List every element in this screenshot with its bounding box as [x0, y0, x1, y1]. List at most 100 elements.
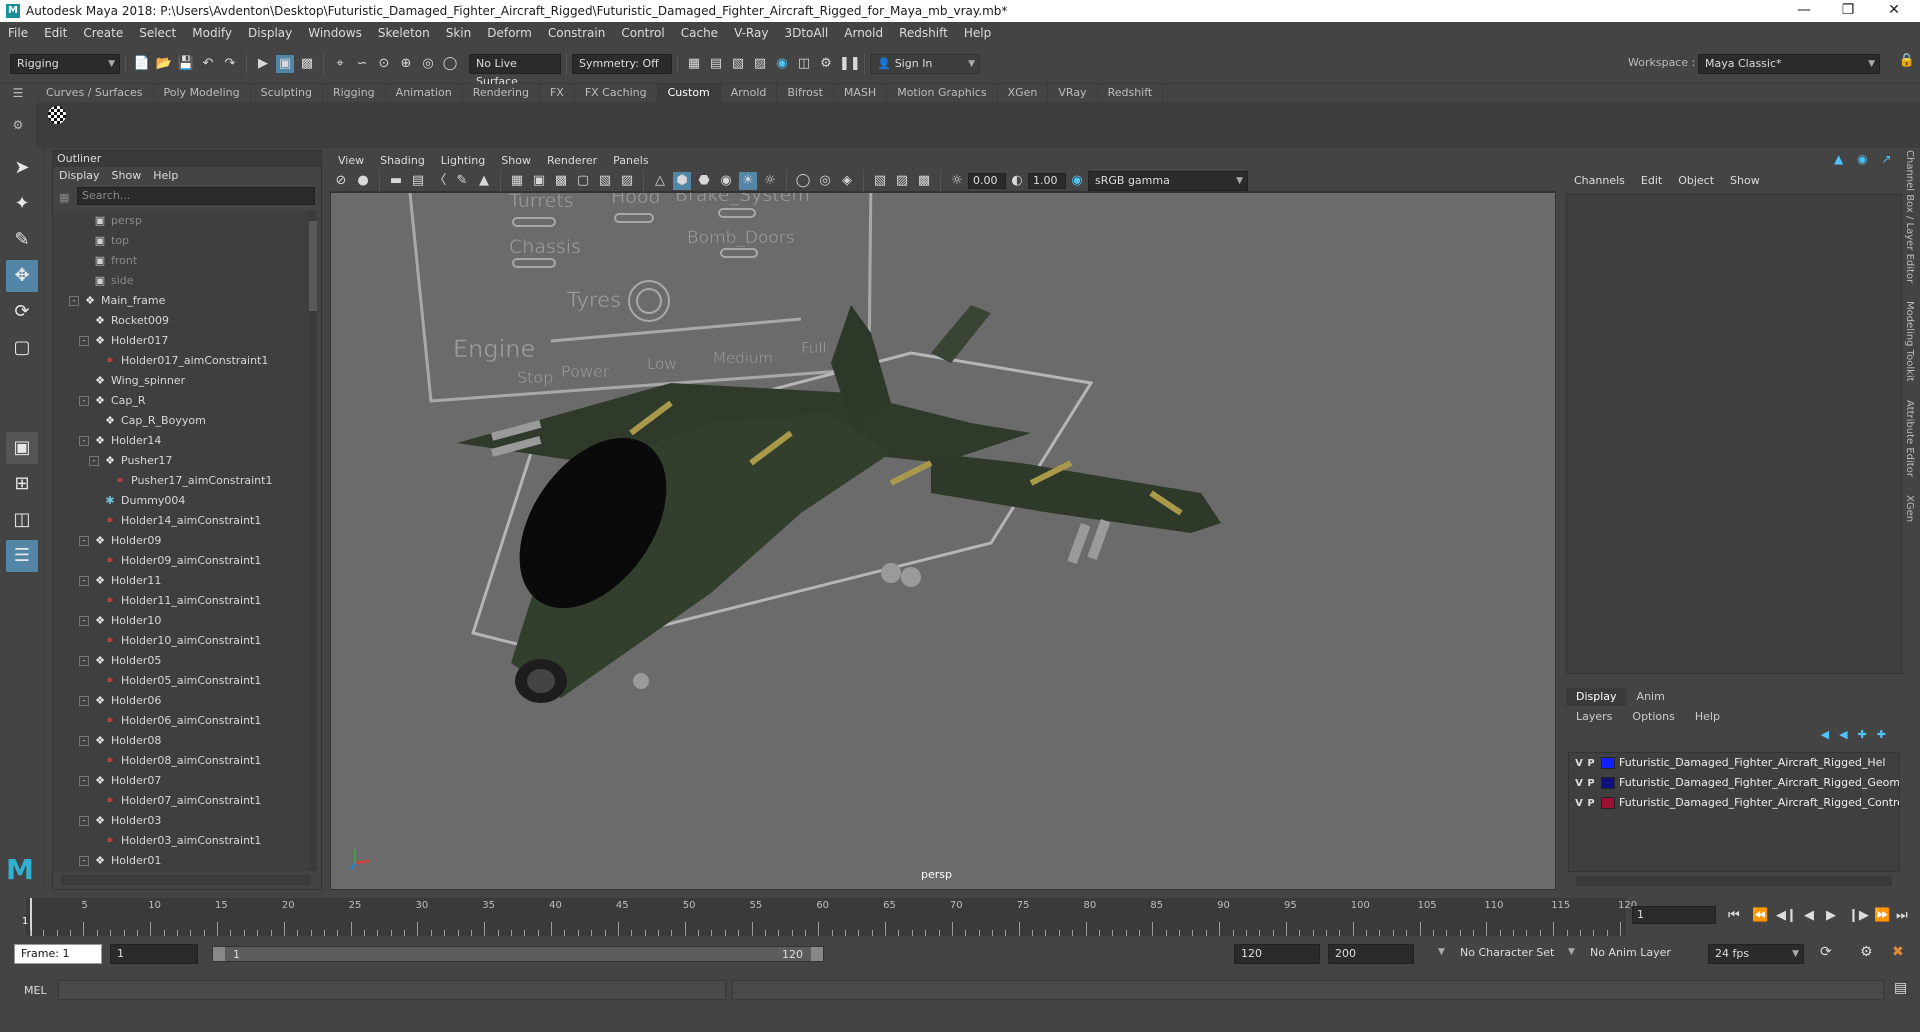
open-scene-icon[interactable]: 📂 — [155, 55, 173, 73]
outliner-item[interactable]: - ❖ Holder07 — [53, 771, 311, 791]
expand-toggle-icon[interactable]: - — [79, 816, 89, 826]
expand-toggle-icon[interactable]: - — [79, 396, 89, 406]
outliner-item[interactable]: - ❖ Holder10 — [53, 611, 311, 631]
script-editor-icon[interactable]: ▤ — [1894, 980, 1907, 996]
render-view-icon[interactable]: ◫ — [795, 55, 813, 73]
viewport-menu-panels[interactable]: Panels — [605, 152, 656, 170]
resolution-gate-icon[interactable]: ▩ — [552, 172, 570, 190]
menu-deform[interactable]: Deform — [479, 22, 540, 44]
menu-arnold[interactable]: Arnold — [836, 22, 891, 44]
sign-in-button[interactable]: 👤 Sign In ▼ — [870, 53, 980, 74]
select-component-icon[interactable]: ▩ — [298, 55, 316, 73]
two-view-icon[interactable]: ◫ — [6, 504, 38, 536]
gate-mask-icon[interactable]: ▢ — [574, 172, 592, 190]
step-forward-key-icon[interactable]: ⏩ — [1874, 908, 1890, 923]
shelf-tab-animation[interactable]: Animation — [386, 84, 463, 102]
step-back-key-icon[interactable]: ⏪ — [1752, 908, 1768, 923]
anim-end-field[interactable]: 120 — [1234, 944, 1320, 964]
search-options-icon[interactable]: ▦ — [59, 191, 69, 204]
viewport-menu-shading[interactable]: Shading — [372, 152, 433, 170]
outliner-item[interactable]: - ❖ Holder09 — [53, 531, 311, 551]
undo-icon[interactable]: ↶ — [199, 55, 217, 73]
character-set-caret-icon[interactable]: ▼ — [1438, 947, 1445, 957]
expand-toggle-icon[interactable]: - — [79, 856, 89, 866]
side-tab-attribute-editor[interactable]: Attribute Editor — [1904, 400, 1915, 477]
channelbox-lock-icon[interactable]: ◉ — [1857, 152, 1867, 166]
backface-cull-icon[interactable]: ▩ — [915, 172, 933, 190]
outliner-item[interactable]: ⚭ Holder08_aimConstraint1 — [53, 751, 311, 771]
shelf-tab-sculpting[interactable]: Sculpting — [251, 84, 323, 102]
outliner-menu-show[interactable]: Show — [106, 167, 148, 185]
shadows-icon[interactable]: ☼ — [761, 172, 779, 190]
single-perspective-icon[interactable]: ▣ — [6, 432, 38, 464]
shelf-menu-icon[interactable]: ☰ — [0, 86, 36, 100]
exposure-field[interactable]: 0.00 — [968, 172, 1006, 189]
go-to-end-icon[interactable]: ⏭ — [1896, 908, 1908, 923]
step-forward-frame-icon[interactable]: ❙▶ — [1848, 908, 1869, 923]
minimize-button[interactable]: — — [1784, 0, 1824, 22]
save-scene-icon[interactable]: 💾 — [177, 55, 195, 73]
anim-prefs-icon[interactable]: ✖ — [1892, 944, 1904, 960]
anti-aliasing-icon[interactable]: ◈ — [838, 172, 856, 190]
range-end-handle[interactable] — [811, 947, 823, 961]
bookmarks-icon[interactable]: ▬ — [387, 172, 405, 190]
outliner-vertical-scrollbar[interactable] — [309, 211, 317, 871]
menu-display[interactable]: Display — [240, 22, 300, 44]
grid-toggle-icon[interactable]: ▦ — [508, 172, 526, 190]
play-forwards-icon[interactable]: ▶ — [1826, 908, 1836, 923]
motion-blur-icon[interactable]: ◎ — [816, 172, 834, 190]
render-history-icon[interactable]: ▦ — [685, 55, 703, 73]
outliner-item[interactable]: ⚭ Holder07_aimConstraint1 — [53, 791, 311, 811]
outliner-menu-help[interactable]: Help — [147, 167, 184, 185]
outliner-item[interactable]: ⚭ Holder11_aimConstraint1 — [53, 591, 311, 611]
layer-menu-help[interactable]: Help — [1685, 708, 1730, 726]
range-slider[interactable]: 1 120 — [212, 946, 824, 962]
outliner-item[interactable]: - ❖ Cap_R — [53, 391, 311, 411]
menu-edit[interactable]: Edit — [36, 22, 75, 44]
xray-joints-icon[interactable]: ▨ — [893, 172, 911, 190]
outliner-item[interactable]: ▣ persp — [53, 211, 311, 231]
layer-playback-toggle[interactable]: P — [1585, 794, 1597, 813]
shelf-tab-rigging[interactable]: Rigging — [323, 84, 386, 102]
layer-playback-toggle[interactable]: P — [1585, 754, 1597, 773]
snap-point-icon[interactable]: ⊙ — [375, 55, 393, 73]
snap-pivot-icon[interactable]: ◯ — [441, 55, 459, 73]
expand-toggle-icon[interactable]: - — [79, 336, 89, 346]
outliner-item[interactable]: ⚭ Holder14_aimConstraint1 — [53, 511, 311, 531]
layer-menu-layers[interactable]: Layers — [1566, 708, 1622, 726]
new-layer-selected-icon[interactable]: ✚ — [1858, 728, 1867, 741]
menu-cache[interactable]: Cache — [673, 22, 726, 44]
live-surface-field[interactable]: No Live Surface — [469, 53, 561, 88]
shelf-tab-redshift[interactable]: Redshift — [1098, 84, 1164, 102]
wireframe-icon[interactable]: △ — [651, 172, 669, 190]
outliner-item[interactable]: ✱ Dummy004 — [53, 491, 311, 511]
step-back-frame-icon[interactable]: ◀❙ — [1776, 908, 1797, 923]
layer-playback-toggle[interactable]: P — [1585, 774, 1597, 793]
play-backwards-icon[interactable]: ◀ — [1804, 908, 1814, 923]
four-view-icon[interactable]: ⊞ — [6, 468, 38, 500]
expand-toggle-icon[interactable]: - — [79, 436, 89, 446]
menu-modify[interactable]: Modify — [184, 22, 240, 44]
loop-icon[interactable]: ⟳ — [1820, 944, 1832, 960]
xray-icon[interactable]: ▧ — [871, 172, 889, 190]
layer-row[interactable]: V P Futuristic_Damaged_Fighter_Aircraft_Ri… — [1569, 793, 1899, 813]
side-tab-channel-box-layer-editor[interactable]: Channel Box / Layer Editor — [1904, 150, 1915, 283]
anim-layer-label[interactable]: No Anim Layer — [1590, 946, 1671, 959]
layer-color-swatch[interactable] — [1601, 797, 1615, 809]
render-settings-icon[interactable]: ▨ — [751, 55, 769, 73]
select-object-icon[interactable]: ▣ — [276, 54, 294, 73]
shelf-tab-arnold[interactable]: Arnold — [721, 84, 778, 102]
character-set-label[interactable]: No Character Set — [1460, 946, 1554, 959]
expand-toggle-icon[interactable]: - — [79, 736, 89, 746]
outliner-item[interactable]: ❖ Rocket009 — [53, 311, 311, 331]
checker-shelf-icon[interactable] — [48, 106, 66, 124]
viewport-menu-show[interactable]: Show — [493, 152, 539, 170]
outliner-item[interactable]: - ❖ Holder05 — [53, 651, 311, 671]
side-tab-xgen[interactable]: XGen — [1904, 495, 1915, 522]
outliner-item[interactable]: - ❖ Holder03 — [53, 811, 311, 831]
symmetry-dropdown[interactable]: Symmetry: Off — [572, 53, 672, 74]
move-layer-down-icon[interactable]: ◀ — [1839, 728, 1847, 741]
layer-visibility-toggle[interactable]: V — [1573, 794, 1585, 813]
go-to-start-icon[interactable]: ⏮ — [1728, 908, 1740, 923]
layer-color-swatch[interactable] — [1601, 777, 1615, 789]
